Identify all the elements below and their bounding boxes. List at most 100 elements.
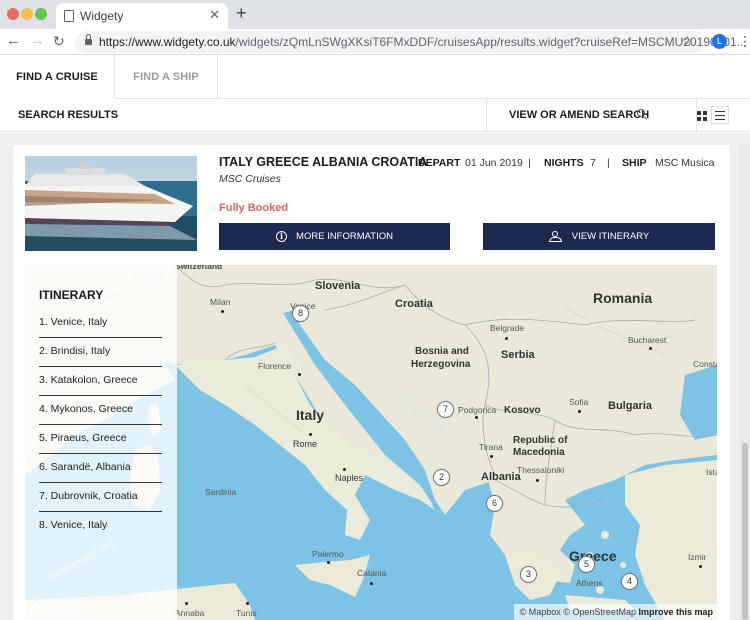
map-label-slovenia: Slovenia <box>315 280 361 292</box>
more-information-button[interactable]: i MORE INFORMATION <box>219 223 450 250</box>
map-label-macedonia-line1: Republic of <box>513 435 568 446</box>
itinerary-stop: 5. Piraeus, Greece <box>39 425 162 454</box>
map-label-bulgaria: Bulgaria <box>608 400 653 412</box>
booking-status: Fully Booked <box>219 202 289 214</box>
map-label-herzegovina: Herzegovina <box>411 359 471 370</box>
view-itinerary-label: VIEW ITINERARY <box>571 231 650 242</box>
itinerary-stop: 8. Venice, Italy <box>39 519 108 531</box>
mapbox-logo-icon <box>30 604 41 615</box>
bookmark-star-icon[interactable]: ☆ <box>681 33 694 50</box>
city-dot <box>370 582 373 585</box>
city-dot <box>475 416 478 419</box>
map-label-izmir: Izmir <box>688 552 707 562</box>
map-label-kosovo: Kosovo <box>504 405 541 416</box>
itinerary-stop: 2. Brindisi, Italy <box>39 338 162 367</box>
map-label-constanta: Consta <box>693 359 717 369</box>
browser-tab-bar: Widgety ✕ + <box>0 0 750 29</box>
map-label-bosnia: Bosnia and <box>415 346 469 357</box>
nights-label: NIGHTS <box>544 157 584 169</box>
grid-view-icon[interactable] <box>697 111 707 121</box>
page-icon <box>64 10 74 22</box>
map-label-thessaloniki: Thessaloniki <box>517 465 565 475</box>
map-label-podgorica: Podgorica <box>458 405 497 415</box>
close-tab-icon[interactable]: ✕ <box>209 7 220 23</box>
osm-attribution-link[interactable]: © OpenStreetMap <box>563 607 636 617</box>
tab-find-a-ship[interactable]: FIND A SHIP <box>114 55 218 99</box>
cruise-line: MSC Cruises <box>219 173 281 185</box>
amend-search-label: VIEW OR AMEND SEARCH <box>509 109 650 121</box>
window-zoom-button[interactable] <box>35 8 47 20</box>
map-label-sofia: Sofia <box>569 397 589 407</box>
browser-tab[interactable]: Widgety ✕ <box>56 3 228 29</box>
map-label-macedonia-line2: Macedonia <box>513 447 565 458</box>
depart-label: DEPART <box>418 157 461 169</box>
itinerary-map[interactable]: Switzerland Geneva Lyon Barcelona Algier… <box>25 265 717 620</box>
kebab-menu-icon[interactable]: ⋮ <box>738 33 750 49</box>
map-label-belgrade: Belgrade <box>490 323 525 333</box>
map-label-annaba: Annaba <box>175 608 205 618</box>
map-label-albania: Albania <box>481 471 521 483</box>
view-itinerary-button[interactable]: VIEW ITINERARY <box>483 223 715 250</box>
url-text[interactable]: https://www.widgety.co.uk/widgets/zQmLnS… <box>99 35 747 49</box>
lock-icon <box>85 34 92 46</box>
itinerary-stop: 4. Mykonos, Greece <box>39 396 162 425</box>
forward-arrow-icon[interactable]: → <box>30 32 45 49</box>
profile-avatar[interactable]: L <box>712 34 727 49</box>
window-minimize-button[interactable] <box>21 8 33 20</box>
new-tab-button[interactable]: + <box>236 3 247 24</box>
map-label-bucharest: Bucharest <box>628 335 667 345</box>
city-dot <box>327 561 330 564</box>
map-label-croatia: Croatia <box>395 298 433 310</box>
map-pin-stop-3[interactable]: 3 <box>520 566 537 583</box>
info-icon: i <box>276 231 288 242</box>
map-pin-stop-2[interactable]: 2 <box>433 469 450 486</box>
mapbox-attribution-link[interactable]: © Mapbox <box>520 607 561 617</box>
address-bar[interactable]: https://www.widgety.co.uk/widgets/zQmLnS… <box>75 31 747 53</box>
results-header: SEARCH RESULTS VIEW OR AMEND SEARCH <box>0 99 750 132</box>
location-person-icon <box>548 231 562 242</box>
improve-map-link[interactable]: Improve this map <box>638 607 713 617</box>
map-label-romania: Romania <box>593 290 653 306</box>
city-dot <box>649 347 652 350</box>
reload-icon[interactable]: ↻ <box>53 33 65 50</box>
map-label-serbia: Serbia <box>501 349 535 361</box>
map-attribution: © Mapbox © OpenStreetMap Improve this ma… <box>513 604 717 620</box>
separator: | <box>528 157 531 169</box>
map-pin-stop-4[interactable]: 4 <box>621 573 638 590</box>
page-body: FIND A CRUISE FIND A SHIP SEARCH RESULTS… <box>0 55 750 620</box>
city-dot <box>185 602 188 605</box>
map-label-athens: Athens <box>576 578 603 588</box>
map-label-italy: Italy <box>296 407 325 423</box>
city-dot <box>221 310 224 313</box>
tab-find-a-cruise[interactable]: FIND A CRUISE <box>0 55 114 99</box>
list-view-icon[interactable] <box>711 106 729 124</box>
ship-name: MSC Musica <box>655 157 715 169</box>
city-dot <box>309 433 312 436</box>
itinerary-stop: 6. Sarandë, Albania <box>39 454 162 483</box>
view-or-amend-search-button[interactable]: VIEW OR AMEND SEARCH <box>486 99 697 132</box>
nights-value: 7 <box>590 157 596 169</box>
map-label-sardinia: Sardinia <box>205 487 237 497</box>
ship-label: SHIP <box>622 157 647 169</box>
map-pin-stop-5[interactable]: 5 <box>578 556 595 573</box>
scrollbar-thumb[interactable] <box>742 443 748 620</box>
itinerary-stop: 7. Dubrovnik, Croatia <box>39 483 162 512</box>
browser-toolbar: ← → ↻ https://www.widgety.co.uk/widgets/… <box>0 29 750 55</box>
mapbox-logo[interactable]: mapbox <box>30 604 82 615</box>
map-label-palermo: Palermo <box>312 549 344 559</box>
back-arrow-icon[interactable]: ← <box>6 32 21 49</box>
window-close-button[interactable] <box>7 8 19 20</box>
itinerary-stop: 3. Katakolon, Greece <box>39 367 162 396</box>
ship-image[interactable] <box>25 156 197 251</box>
depart-date: 01 Jun 2019 <box>465 157 523 169</box>
map-pin-stop-6[interactable]: 6 <box>486 495 503 512</box>
map-label-milan: Milan <box>210 297 231 307</box>
city-dot <box>246 602 249 605</box>
itinerary-list: 1. Venice, Italy 2. Brindisi, Italy 3. K… <box>39 309 162 541</box>
map-label-naples: Naples <box>335 473 364 483</box>
search-mode-tabs: FIND A CRUISE FIND A SHIP <box>0 55 750 99</box>
map-pin-stop-7[interactable]: 7 <box>437 401 454 418</box>
map-pin-stop-8[interactable]: 8 <box>292 305 309 322</box>
city-dot <box>578 410 581 413</box>
map-label-florence: Florence <box>258 361 292 371</box>
